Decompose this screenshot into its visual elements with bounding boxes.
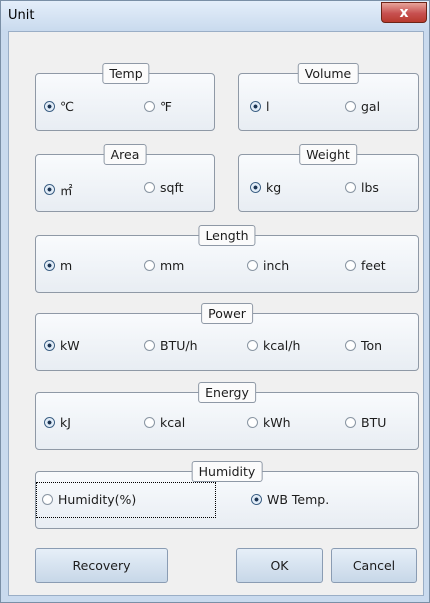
volume-option-gallon[interactable]: gal xyxy=(345,99,380,114)
radio-unselected-icon xyxy=(144,260,155,271)
focus-rectangle xyxy=(36,482,216,518)
radio-unselected-icon xyxy=(247,340,258,351)
energy-option-kj[interactable]: kJ xyxy=(44,415,71,430)
power-group: Power kW BTU/h kcal/h Ton xyxy=(35,303,419,371)
radio-label: kJ xyxy=(60,415,71,430)
volume-option-liter[interactable]: l xyxy=(250,99,269,114)
length-option-mm[interactable]: mm xyxy=(144,258,184,273)
volume-group: Volume l gal xyxy=(238,63,419,131)
power-option-btu-h[interactable]: BTU/h xyxy=(144,338,198,353)
length-group: Length m mm inch feet xyxy=(35,225,419,293)
radio-unselected-icon xyxy=(345,260,356,271)
radio-label: kW xyxy=(60,338,80,353)
radio-label: gal xyxy=(361,99,381,114)
energy-option-kwh[interactable]: kWh xyxy=(247,415,291,430)
energy-option-kcal[interactable]: kcal xyxy=(144,415,185,430)
radio-label: mm xyxy=(160,258,185,273)
radio-unselected-icon xyxy=(144,417,155,428)
temp-option-fahrenheit[interactable]: ℉ xyxy=(144,99,172,114)
radio-unselected-icon xyxy=(144,101,155,112)
cancel-button-label: Cancel xyxy=(352,558,396,573)
area-option-square-meter[interactable]: ㎡ xyxy=(44,180,73,199)
ok-button[interactable]: OK xyxy=(236,548,323,583)
area-group-title: Area xyxy=(103,144,147,165)
dialog-title: Unit xyxy=(8,8,35,23)
radio-label: kg xyxy=(266,180,282,195)
radio-label: sqft xyxy=(160,180,184,195)
radio-label: feet xyxy=(361,258,386,273)
radio-unselected-icon xyxy=(144,182,155,193)
cancel-button[interactable]: Cancel xyxy=(331,548,417,583)
radio-label: ㎡ xyxy=(60,183,73,198)
radio-label: ℉ xyxy=(160,99,172,114)
energy-group-title: Energy xyxy=(198,382,256,403)
radio-unselected-icon xyxy=(144,340,155,351)
power-group-title: Power xyxy=(201,303,253,324)
radio-label: ℃ xyxy=(60,99,75,114)
recovery-button[interactable]: Recovery xyxy=(35,548,168,583)
radio-unselected-icon xyxy=(247,417,258,428)
recovery-button-label: Recovery xyxy=(72,558,131,573)
temp-group-title: Temp xyxy=(102,63,150,84)
power-option-kw[interactable]: kW xyxy=(44,338,80,353)
radio-unselected-icon xyxy=(345,182,356,193)
radio-label: Ton xyxy=(361,338,383,353)
radio-unselected-icon xyxy=(345,340,356,351)
length-group-title: Length xyxy=(198,225,256,246)
radio-selected-icon xyxy=(44,340,55,351)
radio-unselected-icon xyxy=(345,417,356,428)
weight-option-lbs[interactable]: lbs xyxy=(345,180,379,195)
radio-label: kcal xyxy=(160,415,186,430)
radio-label: WB Temp. xyxy=(267,492,330,507)
radio-selected-icon xyxy=(44,101,55,112)
radio-label: m xyxy=(60,258,73,273)
power-option-ton[interactable]: Ton xyxy=(345,338,382,353)
radio-unselected-icon xyxy=(247,260,258,271)
weight-option-kg[interactable]: kg xyxy=(250,180,281,195)
ok-button-label: OK xyxy=(270,558,289,573)
close-icon: x xyxy=(399,4,409,21)
volume-group-title: Volume xyxy=(297,63,359,84)
radio-label: l xyxy=(266,99,270,114)
power-option-kcal-h[interactable]: kcal/h xyxy=(247,338,300,353)
radio-selected-icon xyxy=(44,417,55,428)
title-bar: Unit x xyxy=(1,1,429,31)
temp-option-celsius[interactable]: ℃ xyxy=(44,99,74,114)
weight-group-title: Weight xyxy=(299,144,357,165)
radio-selected-icon xyxy=(250,101,261,112)
radio-selected-icon xyxy=(44,184,55,195)
area-option-sqft[interactable]: sqft xyxy=(144,180,184,195)
weight-group: Weight kg lbs xyxy=(238,144,419,212)
temp-group: Temp ℃ ℉ xyxy=(35,63,215,131)
length-option-m[interactable]: m xyxy=(44,258,72,273)
length-option-feet[interactable]: feet xyxy=(345,258,386,273)
close-button[interactable]: x xyxy=(381,2,427,23)
length-option-inch[interactable]: inch xyxy=(247,258,289,273)
radio-label: lbs xyxy=(361,180,379,195)
energy-option-btu[interactable]: BTU xyxy=(345,415,386,430)
radio-label: BTU/h xyxy=(160,338,198,353)
radio-label: inch xyxy=(263,258,290,273)
radio-label: BTU xyxy=(361,415,387,430)
radio-label: kcal/h xyxy=(263,338,301,353)
area-group: Area ㎡ sqft xyxy=(35,144,215,212)
radio-unselected-icon xyxy=(345,101,356,112)
radio-selected-icon xyxy=(251,494,262,505)
radio-label: kWh xyxy=(263,415,291,430)
radio-selected-icon xyxy=(44,260,55,271)
radio-selected-icon xyxy=(250,182,261,193)
humidity-option-wb-temp[interactable]: WB Temp. xyxy=(251,492,329,507)
energy-group: Energy kJ kcal kWh BTU xyxy=(35,382,419,450)
humidity-group-title: Humidity xyxy=(191,461,263,482)
